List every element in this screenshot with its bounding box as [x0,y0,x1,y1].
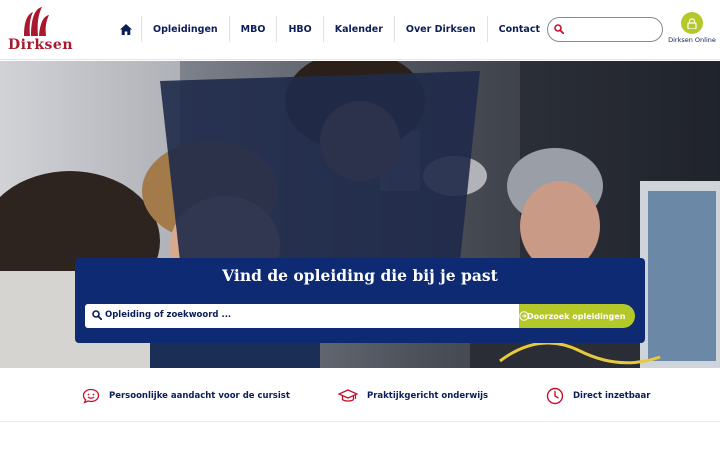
online-button[interactable] [681,12,703,34]
search-icon [92,310,102,320]
nav-hbo[interactable]: HBO [277,16,324,42]
dirksen-online-link[interactable]: Dirksen Online [668,12,716,44]
course-search-panel: Vind de opleiding die bij je past Opleid… [75,258,645,343]
clock-icon [546,387,564,405]
header-search-input[interactable] [547,17,663,42]
course-search-input[interactable]: Opleiding of zoekwoord ... [85,304,529,328]
site-header: Dirksen Opleidingen MBO HBO Kalender Ove… [0,0,720,60]
hero-title: Vind de opleiding die bij je past [222,266,498,285]
main-navigation: Opleidingen MBO HBO Kalender Over Dirkse… [110,16,551,42]
online-label: Dirksen Online [668,36,716,44]
nav-mbo[interactable]: MBO [230,16,278,42]
graduation-cap-icon [338,389,358,402]
usp-label: Direct inzetbaar [573,391,651,401]
usp-label: Praktijkgericht onderwijs [367,391,489,401]
nav-contact[interactable]: Contact [488,16,551,42]
search-courses-label: Doorzoek opleidingen [527,311,626,321]
chat-smile-icon [82,388,100,404]
nav-home[interactable] [110,16,142,42]
usp-personal-attention: Persoonlijke aandacht voor de cursist [82,386,290,406]
usp-bar: Persoonlijke aandacht voor de cursist Pr… [0,368,720,422]
logo-mark [24,7,49,36]
nav-over-dirksen[interactable]: Over Dirksen [395,16,488,42]
home-icon [119,23,132,35]
nav-opleidingen[interactable]: Opleidingen [142,16,230,42]
logo-wordmark: Dirksen [8,37,74,53]
lock-icon [687,17,697,29]
usp-label: Persoonlijke aandacht voor de cursist [109,391,290,401]
usp-practical-education: Praktijkgericht onderwijs [338,386,488,406]
nav-kalender[interactable]: Kalender [324,16,395,42]
dirksen-logo[interactable]: Dirksen [6,6,73,54]
search-placeholder: Opleiding of zoekwoord ... [105,310,232,320]
search-icon [554,24,564,34]
usp-directly-deployable: Direct inzetbaar [546,386,650,406]
search-courses-button[interactable]: Doorzoek opleidingen [519,304,635,328]
hero-banner: Vind de opleiding die bij je past Opleid… [0,61,720,368]
arrow-right-circle-icon [519,311,529,321]
